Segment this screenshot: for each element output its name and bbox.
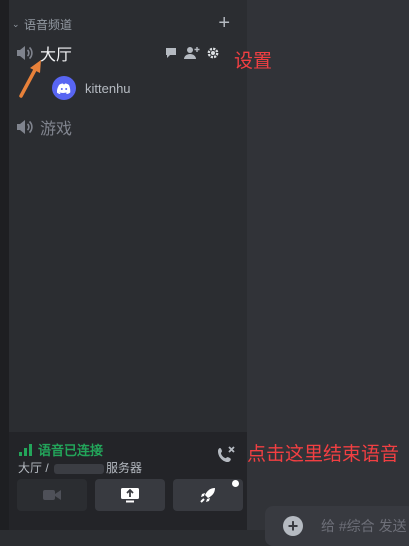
activity-icon [200,488,215,503]
end-voice-annotation: 点击这里结束语音 [247,443,400,465]
voice-location-suffix: 服务器 [106,461,143,475]
voice-location[interactable]: 大厅 / 服务器 [18,459,142,476]
screen-share-icon [121,488,139,503]
voice-channel-hall[interactable]: 大厅 [14,37,236,69]
voice-status[interactable]: 语音已连接 [19,440,103,459]
speaker-icon [14,117,34,137]
voice-channel-game[interactable]: 游戏 [14,111,236,143]
member-name: kittenhu [85,80,131,96]
voice-status-label: 语音已连接 [38,443,104,458]
signal-icon [19,443,32,456]
voice-member[interactable]: kittenhu [52,74,131,102]
chat-input[interactable]: + 给 #综合 发送 [265,506,409,546]
hangup-icon [218,446,235,462]
voice-category-header[interactable]: ⌄ 语音频道 + [12,12,234,34]
screen-share-button[interactable] [95,479,165,511]
camera-icon [43,490,61,500]
chat-icon[interactable] [164,46,178,65]
redacted-server-name [54,463,105,474]
chevron-down-icon: ⌄ [12,18,20,29]
gear-icon[interactable] [206,46,220,65]
settings-annotation: 设置 [234,50,273,72]
disconnect-button[interactable] [216,445,236,470]
camera-button[interactable] [17,479,87,511]
chat-input-placeholder: 给 #综合 发送 [321,518,407,534]
voice-location-prefix: 大厅 / [18,461,53,475]
voice-connected-panel: 语音已连接 大厅 / 服务器 [9,432,247,530]
pointer-arrow-icon [19,60,41,98]
category-label: 语音频道 [24,17,73,32]
channel-name: 游戏 [40,121,73,138]
discord-avatar-icon [52,76,76,100]
plus-icon[interactable]: + [218,12,230,34]
indicator-dot [232,480,239,487]
invite-icon[interactable] [184,46,200,65]
add-attachment-icon[interactable]: + [283,516,303,536]
server-rail [0,0,9,530]
